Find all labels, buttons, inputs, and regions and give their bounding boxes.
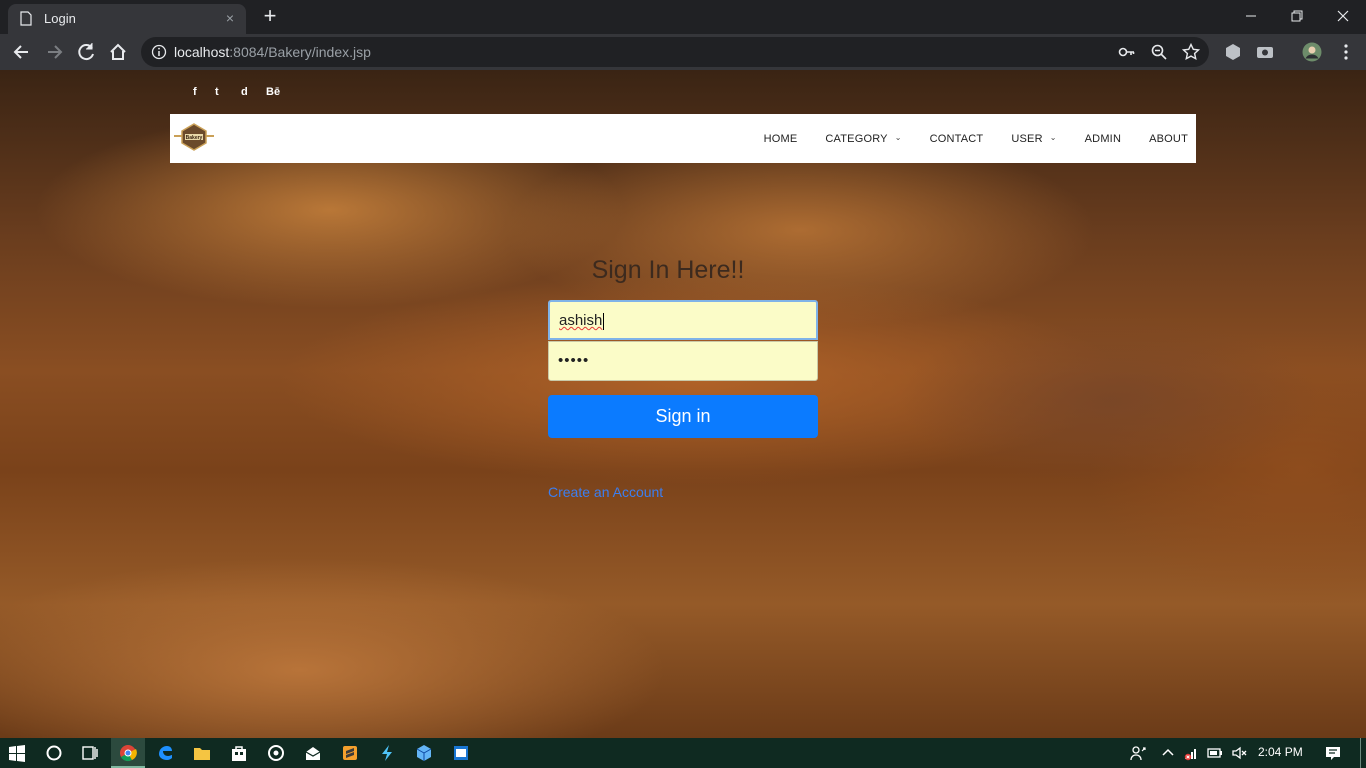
password-value: ••••• xyxy=(558,352,590,369)
home-icon[interactable] xyxy=(104,38,132,66)
tab-title: Login xyxy=(44,11,76,26)
lightning-icon xyxy=(382,745,392,761)
nav-user[interactable]: USER ⌄ xyxy=(1011,133,1056,145)
taskbar-app-cube[interactable] xyxy=(407,738,441,768)
star-icon[interactable] xyxy=(1182,43,1200,61)
chevron-up-icon[interactable] xyxy=(1160,745,1176,761)
volume-muted-icon[interactable] xyxy=(1231,745,1247,761)
taskbar-app-bolt[interactable] xyxy=(370,738,404,768)
nav-admin[interactable]: ADMIN xyxy=(1085,133,1121,145)
dribbble-icon[interactable]: d xyxy=(241,86,248,98)
clock[interactable]: 2:04 PM xyxy=(1258,745,1303,759)
mail-icon xyxy=(305,747,321,760)
info-icon[interactable] xyxy=(151,44,167,60)
back-icon[interactable] xyxy=(8,38,36,66)
taskbar-app-window[interactable] xyxy=(444,738,478,768)
username-input[interactable]: ashish xyxy=(548,300,818,340)
folder-icon xyxy=(194,748,210,760)
browser-toolbar: localhost:8084/Bakery/index.jsp xyxy=(0,34,1366,70)
start-button[interactable] xyxy=(0,738,34,768)
taskbar-media[interactable] xyxy=(259,738,293,768)
nav-about[interactable]: ABOUT xyxy=(1149,133,1188,145)
people-icon[interactable] xyxy=(1130,745,1146,761)
logo-text: Bakery xyxy=(186,135,203,141)
page-content: f t d Bē Bakery HOME CATEGORY ⌄ CONTACT U… xyxy=(0,70,1366,738)
chevron-down-icon: ⌄ xyxy=(1049,133,1057,142)
nav-contact[interactable]: CONTACT xyxy=(930,133,984,145)
network-icon[interactable] xyxy=(1183,745,1199,761)
media-icon xyxy=(268,745,284,761)
chevron-down-icon: ⌄ xyxy=(894,133,902,142)
key-icon[interactable] xyxy=(1118,43,1136,61)
store-icon xyxy=(232,746,246,761)
taskbar-edge[interactable] xyxy=(148,738,182,768)
taskbar-store[interactable] xyxy=(222,738,256,768)
task-view-icon xyxy=(82,746,98,760)
windows-icon xyxy=(9,745,25,762)
edge-icon xyxy=(159,746,172,760)
zoom-icon[interactable] xyxy=(1150,43,1168,61)
facebook-icon[interactable]: f xyxy=(193,86,197,98)
task-view-button[interactable] xyxy=(73,738,107,768)
restore-icon xyxy=(1291,10,1303,22)
site-navbar: Bakery HOME CATEGORY ⌄ CONTACT USER ⌄ ADMI… xyxy=(170,114,1196,163)
tab-close-button[interactable]: × xyxy=(222,9,238,27)
avatar[interactable] xyxy=(1302,42,1322,62)
behance-icon[interactable]: Bē xyxy=(266,86,280,98)
extension-cube-icon[interactable] xyxy=(1223,42,1243,62)
taskbar-chrome[interactable] xyxy=(111,738,145,768)
username-value: ashish xyxy=(559,312,603,329)
camera-icon[interactable] xyxy=(1255,42,1275,62)
login-heading: Sign In Here!! xyxy=(591,256,745,284)
show-desktop-button[interactable] xyxy=(1360,738,1361,768)
close-icon xyxy=(1337,10,1349,22)
cube-icon xyxy=(416,745,432,761)
page-icon xyxy=(20,11,32,26)
chrome-icon xyxy=(120,745,137,762)
cortana-icon xyxy=(46,745,62,761)
twitter-icon[interactable]: t xyxy=(215,86,219,98)
url-text[interactable]: localhost:8084/Bakery/index.jsp xyxy=(174,44,371,60)
taskbar-mail[interactable] xyxy=(296,738,330,768)
sublime-icon xyxy=(343,746,357,760)
browser-titlebar: Login × + xyxy=(0,0,1366,34)
forward-icon[interactable] xyxy=(40,38,68,66)
text-caret xyxy=(603,312,605,330)
menu-dots-icon[interactable] xyxy=(1336,42,1356,62)
cortana-button[interactable] xyxy=(37,738,71,768)
window-close-button[interactable] xyxy=(1320,0,1366,30)
battery-icon[interactable] xyxy=(1207,745,1223,761)
app-window-icon xyxy=(454,746,468,760)
create-account-link[interactable]: Create an Account xyxy=(548,484,663,500)
address-bar[interactable]: localhost:8084/Bakery/index.jsp xyxy=(141,37,1209,67)
bakery-logo[interactable]: Bakery xyxy=(174,122,214,154)
taskbar-file-explorer[interactable] xyxy=(185,738,219,768)
sign-in-button[interactable]: Sign in xyxy=(548,395,818,438)
nav-home[interactable]: HOME xyxy=(764,133,798,145)
browser-tab[interactable]: Login × xyxy=(8,4,246,34)
password-input[interactable]: ••••• xyxy=(548,341,818,381)
minimize-icon xyxy=(1246,15,1256,17)
taskbar-sublime[interactable] xyxy=(333,738,367,768)
main-menu: HOME CATEGORY ⌄ CONTACT USER ⌄ ADMIN ABOUT xyxy=(764,114,1196,163)
minimize-button[interactable] xyxy=(1228,0,1274,30)
windows-taskbar: 2:04 PM xyxy=(0,738,1366,768)
notifications-icon[interactable] xyxy=(1325,745,1341,761)
reload-icon[interactable] xyxy=(72,38,100,66)
restore-button[interactable] xyxy=(1274,0,1320,30)
nav-category[interactable]: CATEGORY ⌄ xyxy=(825,133,901,145)
new-tab-button[interactable]: + xyxy=(256,4,284,30)
